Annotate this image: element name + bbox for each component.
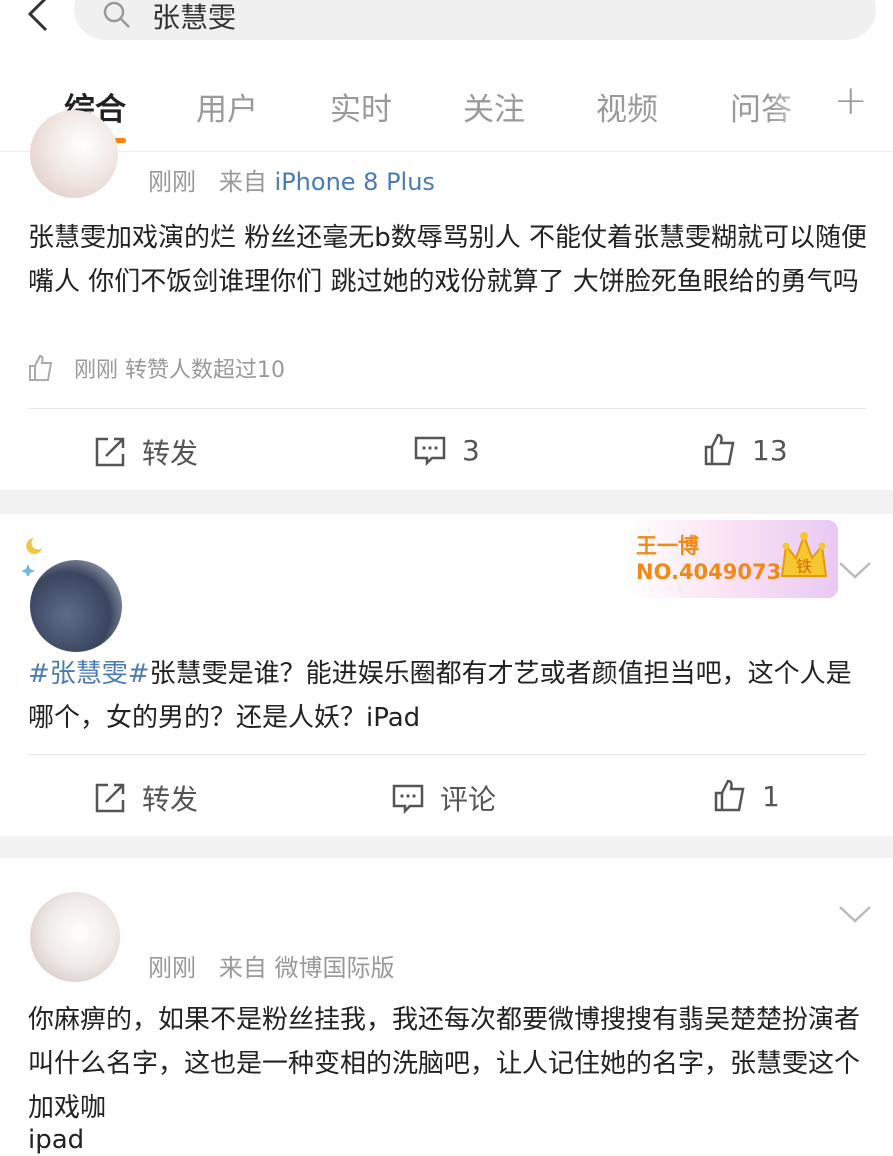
like-button[interactable]: 1: [712, 778, 780, 814]
crown-icon: 铁: [780, 532, 828, 577]
post-source: iPhone 8 Plus: [274, 168, 435, 196]
tab-bar: 综合 用户 实时 关注 视频 问答 +: [0, 56, 893, 152]
avatar[interactable]: [30, 892, 120, 982]
avatar[interactable]: [30, 110, 118, 198]
back-button[interactable]: [14, 0, 62, 38]
comment-count: 3: [462, 433, 480, 467]
divider: [28, 754, 866, 755]
like-count: 1: [762, 779, 780, 813]
top-bar: 张慧雯: [0, 0, 893, 56]
repost-icon: [95, 783, 125, 813]
badge-number: NO.4049073: [636, 560, 782, 584]
decoration-icon: [22, 538, 42, 576]
search-query: 张慧雯: [152, 1, 237, 34]
chevron-left-icon: [27, 0, 48, 32]
like-note-time: 刚刚: [74, 358, 119, 383]
comment-button[interactable]: 3: [412, 432, 480, 468]
blurred-username: [130, 876, 520, 936]
divider: [28, 408, 866, 409]
comment-button[interactable]: 评论: [390, 778, 496, 818]
badge-name: 王一博: [636, 534, 699, 558]
fan-badge[interactable]: 王一博 NO.4049073 铁: [626, 520, 838, 598]
post-time: 刚刚: [148, 168, 196, 196]
post-text: 你麻痹的，如果不是粉丝挂我，我还每次都要微博搜搜有翡吴楚楚扮演者叫什么名字，这也…: [28, 1005, 861, 1123]
hashtag-link[interactable]: #张慧雯#: [28, 659, 150, 689]
thumbs-up-icon: [714, 779, 745, 812]
repost-label: 转发: [142, 437, 199, 470]
tab-fade: [770, 56, 830, 151]
comment-icon: [392, 784, 424, 815]
thumbs-up-icon: [29, 354, 53, 381]
chevron-down-icon[interactable]: [838, 904, 872, 924]
like-count: 13: [752, 433, 788, 467]
repost-button[interactable]: 转发: [92, 432, 198, 472]
repost-label: 转发: [142, 783, 199, 816]
thumbs-up-icon: [704, 433, 735, 466]
post-card: 刚刚 来自 微博国际版 你麻痹的，如果不是粉丝挂我，我还每次都要微博搜搜有翡吴楚…: [0, 858, 893, 1156]
comment-icon: [414, 436, 446, 467]
like-button[interactable]: 13: [702, 432, 788, 468]
blurred-username: [130, 548, 590, 638]
search-input[interactable]: 张慧雯: [74, 0, 876, 40]
tab-video[interactable]: 视频: [596, 84, 658, 129]
post-meta: 刚刚 来自 微博国际版: [148, 948, 395, 983]
tab-users[interactable]: 用户: [196, 84, 258, 129]
post-card: 刚刚 来自 iPhone 8 Plus 张慧雯加戏演的烂 粉丝还毫无b数辱骂别人…: [0, 110, 893, 490]
like-note-text: 转赞人数超过10: [125, 358, 286, 383]
repost-button[interactable]: 转发: [92, 778, 198, 818]
like-note: 刚刚 转赞人数超过10: [26, 352, 285, 384]
search-icon: [103, 1, 130, 28]
comment-label: 评论: [440, 783, 497, 816]
source-prefix: 来自: [218, 168, 267, 196]
post-text: 张慧雯加戏演的烂 粉丝还毫无b数辱骂别人 不能仗着张慧雯糊就可以随便嘴人 你们不…: [28, 223, 868, 297]
source-prefix: 来自: [218, 954, 267, 982]
repost-icon: [95, 437, 125, 467]
post-meta: 刚刚 来自 iPhone 8 Plus: [148, 162, 435, 197]
post-text-device: ipad: [28, 1125, 85, 1155]
tab-realtime[interactable]: 实时: [330, 84, 392, 129]
post-text-body: 张慧雯是谁？能进娱乐圈都有才艺或者颜值担当吧，这个人是哪个，女的男的？还是人妖？…: [28, 659, 852, 733]
tab-follow[interactable]: 关注: [463, 84, 525, 129]
add-tab-button[interactable]: +: [834, 78, 868, 124]
post-card: 王一博 NO.4049073 铁 #张慧雯#张慧雯是谁？能进娱乐圈都有才艺或者颜…: [0, 514, 893, 836]
post-source: 微博国际版: [274, 954, 395, 982]
chevron-down-icon[interactable]: [838, 560, 872, 580]
post-text: #张慧雯#张慧雯是谁？能进娱乐圈都有才艺或者颜值担当吧，这个人是哪个，女的男的？…: [28, 652, 868, 740]
post-time: 刚刚: [148, 954, 196, 982]
crown-label: 铁: [796, 557, 812, 576]
